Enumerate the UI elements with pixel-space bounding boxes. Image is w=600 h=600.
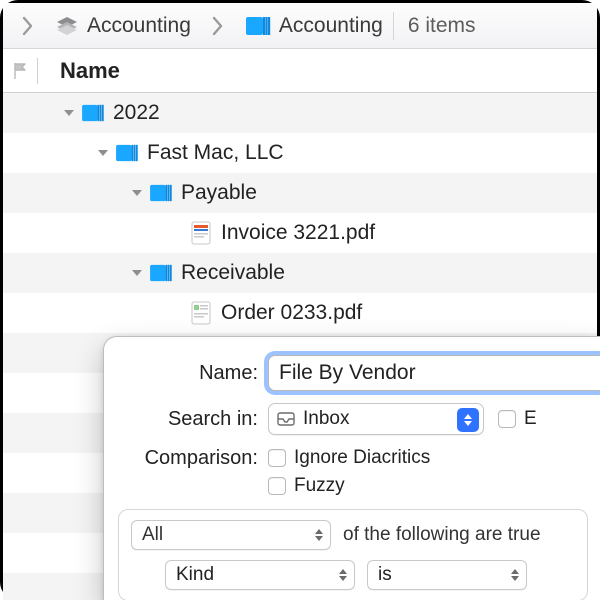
chevron-right-icon [21,16,35,36]
option-label: Fuzzy [294,475,345,497]
op-value: is [378,564,392,586]
scope-select[interactable]: All [131,520,331,550]
scope-value: All [142,524,163,546]
breadcrumb-item-0[interactable]: Accounting [45,3,201,48]
tree-row-folder[interactable]: Receivable [3,253,597,293]
group-icon [113,143,141,163]
option-ignore-diacritics[interactable]: Ignore Diacritics [268,447,430,469]
tree-row-file[interactable]: Order 0233.pdf [3,293,597,333]
row-comparison: Comparison: Ignore Diacritics Fuzzy [104,447,600,497]
tree-label: Payable [175,181,257,205]
option-label: Ignore Diacritics [294,447,430,469]
search-in-select[interactable]: Inbox [268,403,484,435]
tree-row-folder[interactable]: Fast Mac, LLC [3,133,597,173]
tree-label: Order 0233.pdf [215,301,362,325]
stepper-icon [311,524,327,546]
op-select[interactable]: is [367,560,527,590]
chevron-down-icon[interactable] [127,267,147,279]
tree-row-folder[interactable]: Payable [3,173,597,213]
breadcrumb-label: Accounting [279,14,383,38]
tree-row-file[interactable]: Invoice 3221.pdf [3,213,597,253]
rule-panel: Name: Search in: Inbox E Comparison: Ign… [103,336,600,600]
tree-label: Receivable [175,261,285,285]
scope-suffix: of the following are true [343,524,541,546]
select-caret-icon [457,408,479,432]
breadcrumb-sep-1 [201,3,235,48]
row-name: Name: [104,355,600,391]
chevron-down-icon[interactable] [127,187,147,199]
breadcrumb-sep-0 [11,3,45,48]
attr-value: Kind [176,564,214,586]
rule-builder: All of the following are true Kind is [118,509,588,600]
pdf-icon [187,221,215,245]
label-search-in: Search in: [104,408,268,431]
rule-line-condition: Kind is [131,560,575,590]
attr-select[interactable]: Kind [165,560,355,590]
rule-line-scope: All of the following are true [131,520,575,550]
option-fuzzy[interactable]: Fuzzy [268,475,430,497]
flag-column[interactable] [3,62,37,80]
label-name: Name: [104,362,268,385]
tree-label: Invoice 3221.pdf [215,221,375,245]
checkbox-icon [268,449,286,467]
checkbox-icon [498,410,516,428]
group-icon [79,103,107,123]
breadcrumb-label: Accounting [87,14,191,38]
flag-icon [12,62,28,80]
stack-icon [55,16,79,36]
breadcrumb-item-1[interactable]: Accounting [235,3,393,48]
extra-checkbox[interactable]: E [498,408,537,430]
tree-row-folder[interactable]: 2022 [3,93,597,133]
group-icon [147,263,175,283]
pdf-icon [187,301,215,325]
chevron-right-icon [211,16,225,36]
name-input[interactable] [268,355,600,391]
column-header-row: Name [3,49,597,93]
stepper-icon [335,564,351,586]
group-icon [245,15,271,37]
inbox-icon [277,412,295,426]
tree-label: 2022 [107,101,160,125]
column-header-name[interactable]: Name [60,58,120,84]
search-in-value: Inbox [303,408,349,430]
stepper-icon [507,564,523,586]
extra-check-label: E [524,408,537,430]
column-separator [37,58,38,84]
label-comparison: Comparison: [104,447,268,470]
breadcrumb-bar: Accounting Accounting 6 items [3,3,597,49]
tree-label: Fast Mac, LLC [141,141,284,165]
chevron-down-icon[interactable] [93,147,113,159]
chevron-down-icon[interactable] [59,107,79,119]
group-icon [147,183,175,203]
row-search-in: Search in: Inbox E [104,403,600,435]
item-count: 6 items [394,14,490,38]
checkbox-icon [268,477,286,495]
